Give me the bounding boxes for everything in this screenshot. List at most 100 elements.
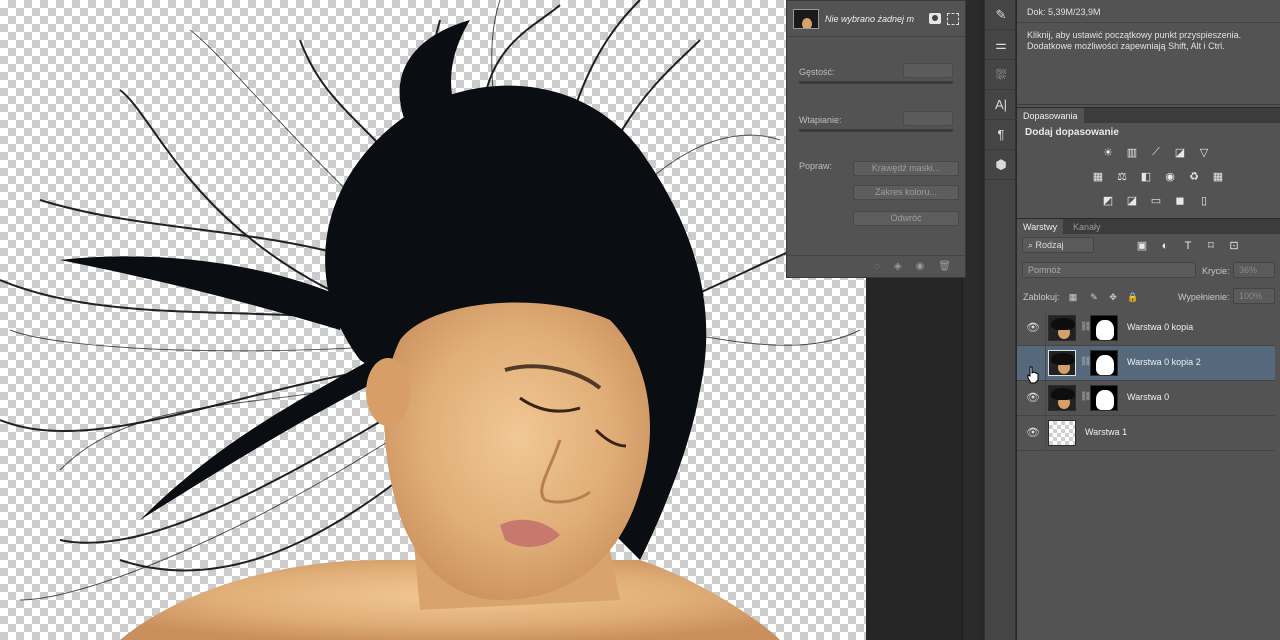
- posterize-icon[interactable]: ◪: [1125, 194, 1139, 207]
- layer-thumbnail: [1048, 420, 1076, 446]
- layer-row[interactable]: 👁 ⛓ Warstwa 0 kopia: [1017, 311, 1275, 346]
- tab-adjustments[interactable]: Dopasowania: [1017, 108, 1084, 124]
- character-icon[interactable]: A|: [985, 90, 1017, 120]
- feather-slider[interactable]: [799, 129, 953, 132]
- feather-field[interactable]: [903, 111, 953, 126]
- layers-tabbar: Warstwy Kanały: [1017, 218, 1280, 235]
- refine-label: Popraw:: [799, 161, 833, 171]
- color-lookup-icon[interactable]: ▦: [1211, 170, 1225, 183]
- layer-mask-thumbnail[interactable]: [1090, 350, 1118, 376]
- layer-row-selected[interactable]: 👁 ⛓ Warstwa 0 kopia 2: [1017, 346, 1275, 381]
- density-field[interactable]: [903, 63, 953, 78]
- brush-icon[interactable]: ✎: [985, 0, 1017, 30]
- eye-icon[interactable]: 👁: [1026, 427, 1040, 439]
- adjustments-title: Dodaj dopasowanie: [1025, 127, 1119, 138]
- exposure-icon[interactable]: ◪: [1173, 146, 1187, 159]
- channel-mixer-icon[interactable]: ♻: [1187, 170, 1201, 183]
- layer-thumbnail: [1048, 315, 1076, 341]
- info-divider: [1017, 22, 1280, 23]
- pixel-mask-icon[interactable]: [929, 13, 941, 24]
- invert-icon[interactable]: ◩: [1101, 194, 1115, 207]
- stamp-icon[interactable]: ⛆: [985, 60, 1017, 90]
- fill-label: Wypełnienie:: [1178, 292, 1230, 302]
- layer-row[interactable]: 👁 Warstwa 1: [1017, 416, 1275, 451]
- pixel-filter-icon[interactable]: ▣: [1135, 239, 1149, 252]
- tab-layers[interactable]: Warstwy: [1017, 219, 1064, 235]
- layer-filter-icons: ▣ ◐ T ⌑ ⊡: [1135, 239, 1241, 253]
- doc-size: Dok: 5,39M/23,9M: [1027, 7, 1101, 17]
- selection-icon[interactable]: ◌: [874, 261, 880, 272]
- vibrance-icon[interactable]: ▽: [1197, 146, 1211, 159]
- black-white-icon[interactable]: ◧: [1139, 170, 1153, 183]
- density-label: Gęstość:: [799, 67, 835, 77]
- eye-icon[interactable]: 👁: [1026, 392, 1040, 404]
- eye-icon[interactable]: 👁: [1026, 322, 1040, 334]
- right-panels: Dok: 5,39M/23,9M Kliknij, aby ustawić po…: [1017, 0, 1280, 640]
- curves-icon[interactable]: ⟋: [1149, 146, 1163, 159]
- lock-pixels-icon[interactable]: ✎: [1089, 292, 1099, 302]
- filter-kind-select[interactable]: ⌕ Rodzaj: [1022, 237, 1094, 253]
- selective-color-icon[interactable]: ◼: [1173, 194, 1187, 207]
- eye-column-divider: [1045, 416, 1046, 451]
- properties-panel: Nie wybrano żadnej m Gęstość: Wtapianie:…: [786, 0, 966, 278]
- mask-edge-button[interactable]: Krawędź maski...: [853, 161, 959, 176]
- brightness-icon[interactable]: ☀: [1101, 146, 1115, 159]
- density-row: Gęstość:: [799, 63, 953, 84]
- feather-label: Wtapianie:: [799, 115, 842, 125]
- vector-mask-icon[interactable]: [947, 12, 959, 25]
- properties-title: Nie wybrano żadnej m: [825, 13, 915, 24]
- adjustments-row-1: ☀ ▥ ⟋ ◪ ▽: [1101, 146, 1211, 159]
- color-range-button[interactable]: Zakres koloru...: [853, 185, 959, 200]
- opacity-field[interactable]: 36%: [1233, 262, 1275, 278]
- invert-button[interactable]: Odwróć: [853, 211, 959, 226]
- fill-field[interactable]: 100%: [1233, 288, 1275, 304]
- photo-image: [0, 0, 861, 640]
- info-hint: Kliknij, aby ustawić początkowy punkt pr…: [1027, 30, 1242, 51]
- adjustments-row-3: ◩ ◪ ▭ ◼ ▯: [1101, 194, 1211, 207]
- adjustments-tabbar: Dopasowania: [1017, 107, 1280, 124]
- trash-icon[interactable]: 🗑: [938, 261, 951, 272]
- layer-name: Warstwa 0 kopia: [1127, 322, 1194, 332]
- type-filter-icon[interactable]: T: [1181, 239, 1195, 252]
- lock-transparency-icon[interactable]: ▦: [1068, 292, 1078, 302]
- mask-thumbnail: [793, 8, 819, 29]
- tab-channels[interactable]: Kanały: [1067, 219, 1107, 235]
- threshold-icon[interactable]: ▭: [1149, 194, 1163, 207]
- color-balance-icon[interactable]: ⚖: [1115, 170, 1129, 183]
- layer-name: Warstwa 1: [1085, 427, 1128, 437]
- gradient-map-icon[interactable]: ▯: [1197, 194, 1211, 207]
- properties-header: Nie wybrano żadnej m: [787, 1, 965, 37]
- panel-icon-column: ✎ ⚌ ⛆ A| ¶ ⬢: [984, 0, 1017, 640]
- hand-cursor-icon: [1027, 366, 1039, 384]
- layer-name: Warstwa 0 kopia 2: [1127, 357, 1201, 367]
- layer-mask-thumbnail[interactable]: [1090, 385, 1118, 411]
- smart-object-filter-icon[interactable]: ⊡: [1227, 239, 1241, 252]
- layer-mask-thumbnail[interactable]: [1090, 315, 1118, 341]
- layer-thumbnail: [1048, 350, 1076, 376]
- photoshop-window: Nie wybrano żadnej m Gęstość: Wtapianie:…: [0, 0, 1280, 640]
- hue-saturation-icon[interactable]: ▦: [1091, 170, 1105, 183]
- eye-column-divider: [1045, 346, 1046, 381]
- blend-mode-select[interactable]: Pomnóż: [1022, 262, 1196, 278]
- 3d-cube-icon[interactable]: ⬢: [985, 150, 1017, 180]
- apply-mask-icon[interactable]: ◈: [894, 261, 902, 272]
- sliders-icon[interactable]: ⚌: [985, 30, 1017, 60]
- visibility-icon[interactable]: ◉: [916, 261, 925, 272]
- lock-all-icon[interactable]: 🔒: [1127, 292, 1138, 302]
- shape-filter-icon[interactable]: ⌑: [1204, 239, 1218, 252]
- layer-row[interactable]: 👁 ⛓ Warstwa 0: [1017, 381, 1275, 416]
- document-canvas[interactable]: [0, 0, 866, 640]
- photo-filter-icon[interactable]: ◉: [1163, 170, 1177, 183]
- properties-footer: ◌ ◈ ◉ 🗑: [787, 255, 965, 277]
- density-slider[interactable]: [799, 81, 953, 84]
- lock-position-icon[interactable]: ✥: [1108, 292, 1118, 302]
- levels-icon[interactable]: ▥: [1125, 146, 1139, 159]
- adjustment-filter-icon[interactable]: ◐: [1158, 239, 1172, 252]
- opacity-label: Krycie:: [1202, 266, 1230, 276]
- eye-column-divider: [1045, 311, 1046, 346]
- lock-label: Zablokuj:: [1023, 292, 1060, 302]
- feather-row: Wtapianie:: [799, 111, 953, 132]
- adjustments-row-2: ▦ ⚖ ◧ ◉ ♻ ▦: [1091, 170, 1225, 183]
- paragraph-icon[interactable]: ¶: [985, 120, 1017, 150]
- info-panel: Dok: 5,39M/23,9M Kliknij, aby ustawić po…: [1017, 0, 1280, 105]
